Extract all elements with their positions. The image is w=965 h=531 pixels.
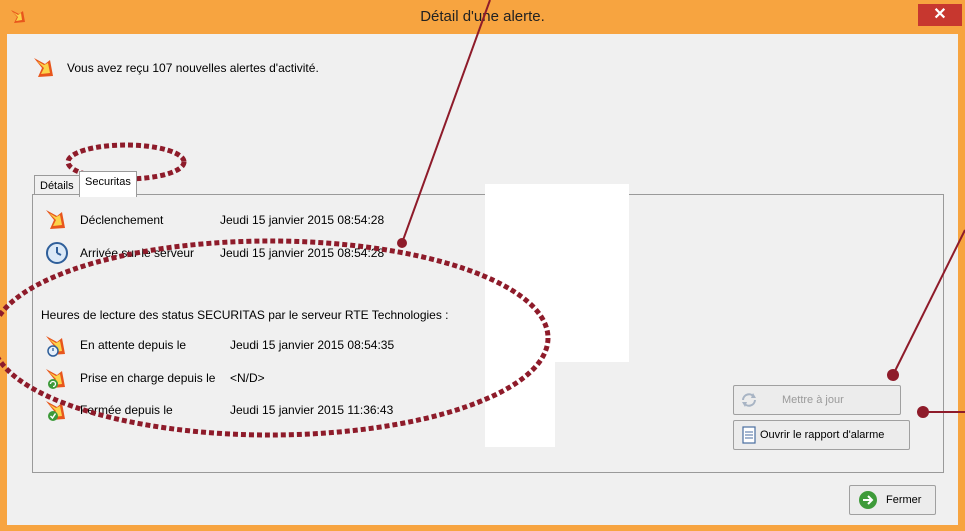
folder-clock-icon — [46, 336, 65, 357]
refresh-icon — [742, 393, 756, 407]
update-button[interactable]: Mettre à jour — [733, 385, 901, 415]
open-alarm-report-label: Ouvrir le rapport d'alarme — [760, 429, 885, 441]
attente-value: Jeudi 15 janvier 2015 08:54:35 — [230, 338, 395, 352]
fermee-value: Jeudi 15 janvier 2015 11:36:43 — [230, 403, 394, 417]
dialog-body: Vous avez reçu 107 nouvelles alertes d'a… — [7, 34, 958, 525]
green-arrow-icon — [859, 491, 877, 509]
arrivee-value: Jeudi 15 janvier 2015 08:54:28 — [220, 246, 385, 260]
folder-refresh-icon — [46, 369, 65, 389]
clock-icon — [46, 242, 68, 264]
alert-detail-window: Détail d'une alerte. ✕ Vous avez reçu 10… — [0, 0, 965, 531]
tab-securitas[interactable]: Securitas — [79, 171, 137, 197]
status-heading: Heures de lecture des status SECURITAS p… — [41, 308, 449, 322]
alert-arrow-icon — [46, 210, 65, 229]
arrivee-label: Arrivée sur le serveur — [80, 246, 195, 260]
fermee-label: Fermée depuis le — [80, 403, 173, 417]
attente-label: En attente depuis le — [80, 338, 187, 352]
redacted-area — [485, 184, 629, 362]
update-button-label: Mettre à jour — [782, 394, 844, 406]
folder-check-icon — [46, 401, 65, 421]
document-icon — [742, 426, 756, 444]
alert-arrow-icon — [34, 58, 53, 77]
window-title: Détail d'une alerte. — [420, 8, 545, 25]
title-bar: Détail d'une alerte. ✕ — [0, 0, 965, 34]
open-alarm-report-button[interactable]: Ouvrir le rapport d'alarme — [733, 420, 910, 450]
close-button-label: Fermer — [886, 494, 922, 506]
declenchement-label: Déclenchement — [80, 213, 164, 227]
close-button[interactable]: Fermer — [849, 485, 936, 515]
declenchement-value: Jeudi 15 janvier 2015 08:54:28 — [220, 213, 385, 227]
redacted-area — [485, 362, 555, 447]
tab-details[interactable]: Détails — [34, 175, 80, 196]
prise-value: <N/D> — [230, 371, 265, 385]
info-message: Vous avez reçu 107 nouvelles alertes d'a… — [67, 61, 319, 75]
close-window-button[interactable]: ✕ — [918, 4, 962, 26]
securitas-panel: Déclenchement Jeudi 15 janvier 2015 08:5… — [32, 184, 944, 473]
prise-label: Prise en charge depuis le — [80, 371, 216, 385]
